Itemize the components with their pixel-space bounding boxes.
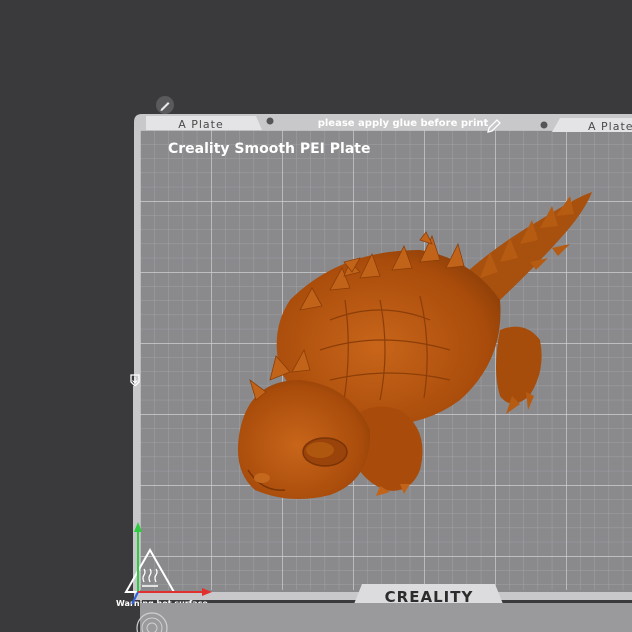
plate-tab-right[interactable]: A Plate	[552, 118, 632, 133]
plate-type-label: Creality Smooth PEI Plate	[168, 141, 370, 157]
screw-icon	[266, 117, 274, 125]
3d-viewport[interactable]: A Plate A Plate please apply glue before…	[0, 0, 632, 632]
brand-label: CREALITY	[385, 588, 474, 606]
pencil-icon[interactable]	[156, 96, 174, 114]
plate-tab-left-label: A Plate	[178, 118, 224, 131]
screw-icon	[540, 121, 548, 129]
plate-tab-right-label: A Plate	[588, 120, 632, 133]
glue-notice: please apply glue before print	[318, 118, 489, 129]
plate-tab-left[interactable]: A Plate	[146, 116, 262, 131]
